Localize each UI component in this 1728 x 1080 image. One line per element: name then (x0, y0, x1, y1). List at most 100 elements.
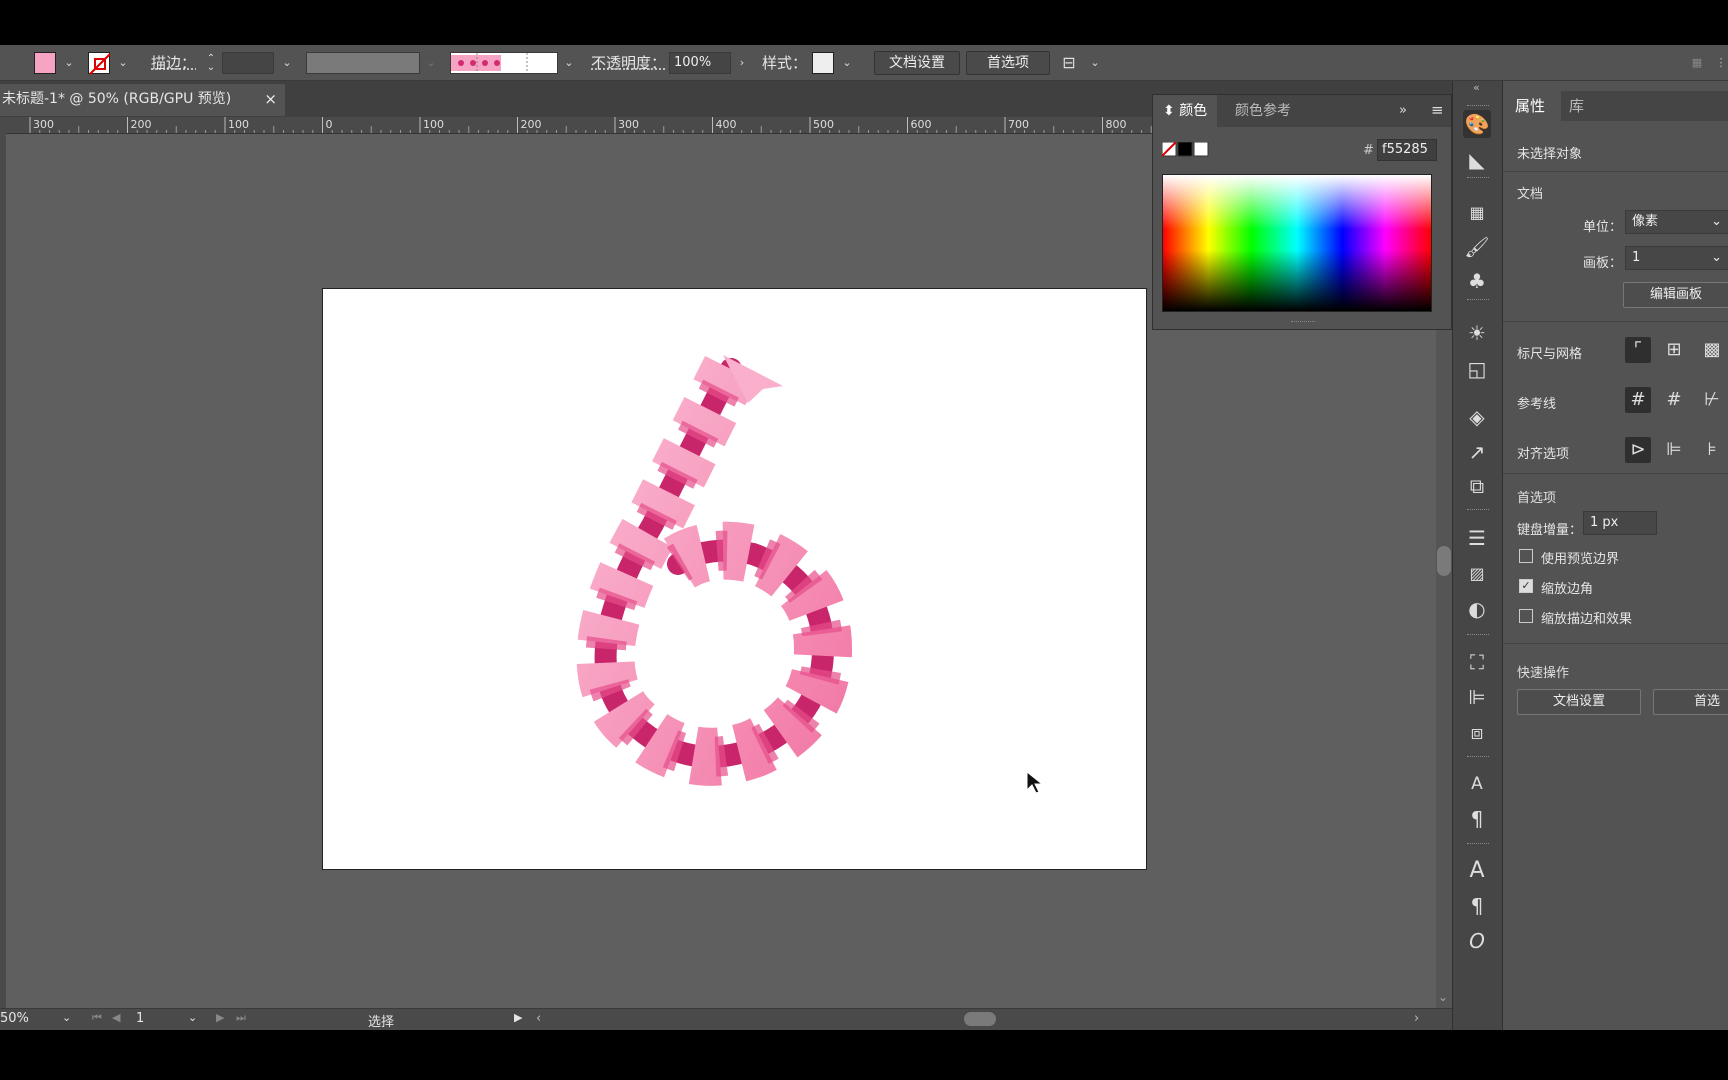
last-page-icon[interactable]: ⏭ (236, 1011, 246, 1025)
transparency-grid-icon[interactable]: ▩ (1699, 337, 1725, 363)
paragraph-icon[interactable]: ¶ (1463, 892, 1491, 920)
appearance-icon[interactable]: ☀ (1463, 319, 1491, 347)
transform-box-icon[interactable]: ⛶ (1463, 648, 1491, 676)
artboard[interactable] (322, 288, 1147, 870)
opacity-label[interactable]: 不透明度： (591, 53, 666, 73)
swatches-icon[interactable]: ▦ (1463, 199, 1491, 227)
character-icon[interactable]: A (1463, 857, 1491, 885)
lock-guides-icon[interactable]: # (1661, 387, 1687, 413)
keyboard-increment-field[interactable]: 1 px (1583, 511, 1657, 535)
align-icon[interactable]: ⊫ (1463, 683, 1491, 711)
panel-menu-icon[interactable]: ⋮ (1714, 54, 1728, 72)
edit-artboard-button[interactable]: 编辑画板 (1623, 282, 1728, 308)
chevron-down-icon[interactable]: ⌄ (280, 54, 294, 72)
opentype-icon[interactable]: O (1463, 927, 1491, 955)
snap-to-pixel-icon[interactable]: ⊫ (1661, 437, 1687, 463)
pathfinder-icon[interactable]: ⧈ (1463, 718, 1491, 746)
symbols-icon[interactable]: ♣ (1463, 267, 1491, 295)
chevron-down-icon[interactable]: ⌄ (62, 1011, 71, 1024)
transform-icon[interactable]: ◱ (1463, 355, 1491, 383)
properties-panel: 属性 库 未选择对象 文档 单位： 像素 ⌄ 画板： 1 ⌄ 编辑画板 标尺与网格 … (1502, 81, 1728, 1030)
chevron-down-icon[interactable]: ⌄ (1088, 54, 1102, 72)
page-number[interactable]: 1 (136, 1011, 144, 1026)
tab-color-guide[interactable]: 颜色参考 (1225, 95, 1301, 127)
chevron-right-icon[interactable]: › (735, 54, 749, 72)
arrange-icon[interactable]: ⊟ (1062, 54, 1076, 72)
style-swatch[interactable] (812, 52, 834, 74)
resize-grip[interactable] (1291, 321, 1315, 325)
horizontal-ruler[interactable]: 300 200 100 0 100 200 300 400 500 600 700 800 (6, 117, 1154, 134)
panel-icon-strip: « 🎨 ◣ ▦ 🖌 ♣ ☀ ◱ ◈ ↗ ⧉ ☰ ▨ ◐ ⛶ ⊫ ⧈ A ¶ A … (1452, 81, 1502, 1030)
zoom-level[interactable]: 50% (0, 1011, 29, 1026)
snap-to-point-icon[interactable]: ⊳ (1625, 437, 1651, 463)
color-spectrum[interactable] (1162, 174, 1432, 312)
stroke-weight-field[interactable] (222, 52, 274, 74)
menu-icon[interactable]: ≡ (1431, 101, 1444, 119)
unit-select[interactable]: 像素 ⌄ (1625, 210, 1728, 234)
character-styles-icon[interactable]: A (1463, 770, 1491, 798)
play-icon[interactable]: ▶ (514, 1011, 522, 1024)
ruler-label: 700 (1008, 118, 1029, 131)
fill-swatch[interactable] (34, 52, 56, 74)
scroll-right-icon[interactable]: › (1414, 1011, 1419, 1026)
vertical-scroll-thumb[interactable] (1437, 546, 1451, 576)
artboard-select[interactable]: 1 ⌄ (1625, 246, 1728, 270)
first-page-icon[interactable]: ⏮ (92, 1011, 102, 1025)
document-setup-button[interactable]: 文档设置 (874, 51, 960, 75)
grid-icon[interactable]: ▦ (1690, 54, 1704, 72)
stroke-swatch[interactable] (88, 52, 111, 75)
document-heading: 文档 (1517, 187, 1544, 202)
tab-library[interactable]: 库 (1569, 91, 1584, 121)
chevron-down-icon[interactable]: ⌄ (62, 54, 76, 72)
ribbon-six-artwork[interactable] (323, 289, 1148, 871)
stroke-stepper[interactable]: ⌃ ⌄ (204, 54, 218, 73)
collapse-icon[interactable]: « (1473, 81, 1480, 94)
tab-properties[interactable]: 属性 (1503, 91, 1561, 121)
quick-actions-heading: 快速操作 (1517, 666, 1570, 681)
scroll-down-icon[interactable]: ⌄ (1438, 990, 1448, 1004)
variable-width-profile[interactable] (306, 52, 420, 74)
collapse-icon[interactable]: » (1399, 103, 1407, 118)
scale-strokes-checkbox[interactable] (1519, 609, 1533, 623)
color-icon[interactable]: 🎨 (1463, 110, 1491, 138)
hex-value-field[interactable]: f55285 (1377, 139, 1437, 161)
next-page-icon[interactable]: ▶ (216, 1011, 224, 1024)
scale-corners-checkbox[interactable]: ✓ (1519, 579, 1533, 593)
quick-preferences-button[interactable]: 首选项 (1653, 689, 1728, 715)
snap-to-glyph-icon[interactable]: ⊧ (1699, 437, 1725, 463)
brush-preview-icon (451, 53, 528, 73)
export-icon[interactable]: ↗ (1463, 438, 1491, 466)
tab-color[interactable]: ⬍ 颜色 (1153, 95, 1218, 127)
document-tab[interactable]: 未标题-1* @ 50% (RGB/GPU 预览) × (0, 84, 285, 116)
stroke-label[interactable]: 描边： (151, 53, 196, 73)
grip (1467, 177, 1489, 180)
paragraph-styles-icon[interactable]: ¶ (1463, 805, 1491, 833)
brush-definition[interactable] (450, 52, 558, 74)
chevron-down-icon[interactable]: ⌄ (562, 54, 576, 72)
use-preview-bounds-checkbox[interactable] (1519, 549, 1533, 563)
chevron-down-icon[interactable]: ⌄ (188, 1011, 197, 1024)
layers-icon[interactable]: ◈ (1463, 403, 1491, 431)
artboards-icon[interactable]: ⧉ (1463, 472, 1491, 500)
chevron-down-icon[interactable]: ⌄ (116, 54, 130, 72)
opacity-field[interactable]: 100% (669, 52, 731, 74)
brushes-icon[interactable]: 🖌 (1463, 233, 1491, 261)
scroll-left-icon[interactable]: ‹ (536, 1011, 541, 1026)
smart-guides-icon[interactable]: ⊬ (1699, 387, 1725, 413)
prev-page-icon[interactable]: ◀ (112, 1011, 120, 1024)
guides-icon[interactable]: # (1625, 387, 1651, 413)
transparency-icon[interactable]: ◐ (1463, 595, 1491, 623)
ruler-label: 100 (228, 118, 249, 131)
none-black-white-icon[interactable] (1162, 142, 1210, 158)
preferences-button[interactable]: 首选项 (966, 51, 1050, 75)
stroke-icon[interactable]: ☰ (1463, 524, 1491, 552)
gradient-icon[interactable]: ▨ (1463, 560, 1491, 588)
ruler-label: 300 (33, 118, 54, 131)
grid-icon[interactable]: ⊞ (1661, 337, 1687, 363)
color-guide-icon[interactable]: ◣ (1463, 146, 1491, 174)
ruler-icon[interactable]: ⌜ (1625, 337, 1651, 363)
close-icon[interactable]: × (264, 84, 277, 114)
chevron-down-icon[interactable]: ⌄ (840, 54, 854, 72)
horizontal-scroll-thumb[interactable] (964, 1012, 996, 1026)
quick-document-setup-button[interactable]: 文档设置 (1517, 689, 1641, 715)
